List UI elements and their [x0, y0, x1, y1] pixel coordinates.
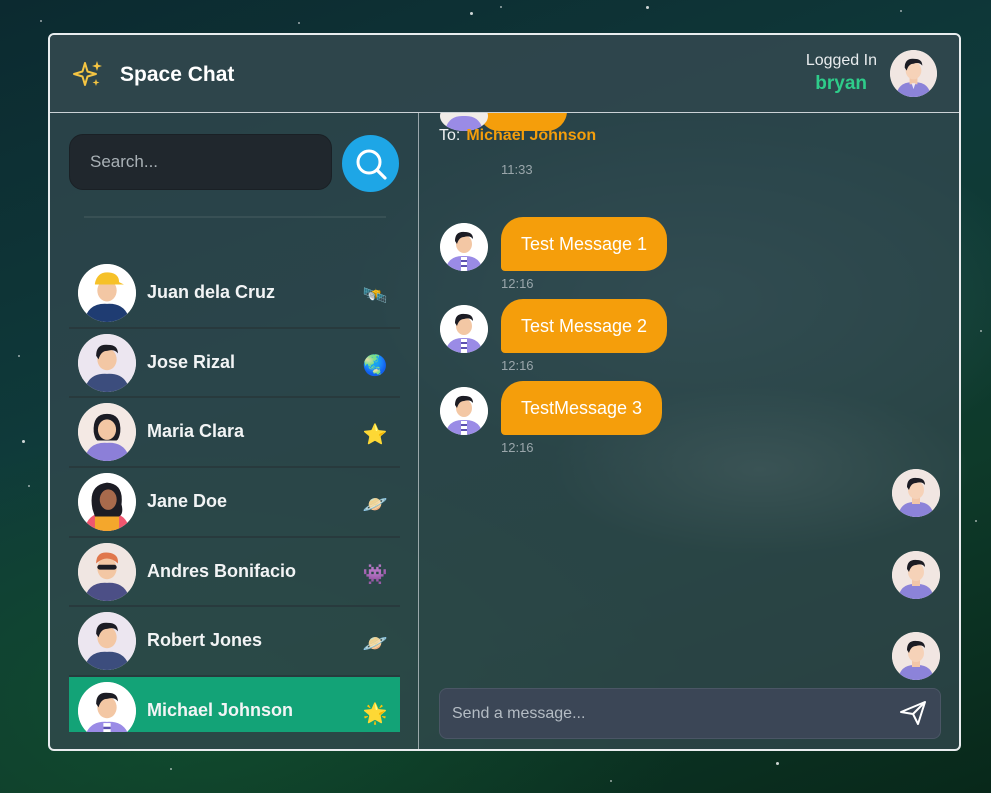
avatar — [892, 551, 940, 599]
contact-name: Robert Jones — [147, 630, 263, 651]
sparkles-icon — [73, 61, 102, 86]
contact-name: Michael Johnson — [147, 700, 294, 721]
message-input[interactable] — [440, 689, 880, 738]
globe-icon: 🌏 — [362, 352, 388, 377]
app-header: Space Chat Logged In bryan — [50, 35, 959, 113]
star-icon: ⭐ — [362, 422, 388, 447]
to-label: To: — [439, 127, 461, 144]
logged-in-label: Logged In — [805, 52, 877, 69]
current-user-avatar[interactable] — [890, 50, 937, 97]
planet-icon: 🪐 — [362, 631, 388, 656]
avatar — [440, 223, 488, 271]
recipient-name: Michael Johnson — [466, 127, 597, 144]
contact-item-active[interactable]: Michael Johnson 🌟 — [69, 677, 400, 732]
avatar — [78, 333, 136, 392]
contact-name: Maria Clara — [147, 421, 245, 442]
message-bubble[interactable]: TestMessage 3 — [501, 381, 663, 435]
satellite-icon: 🛰️ — [362, 283, 388, 307]
avatar — [78, 682, 136, 732]
send-icon — [900, 701, 926, 725]
avatar — [892, 632, 940, 680]
avatar — [440, 305, 488, 353]
contact-name: Andres Bonifacio — [147, 560, 297, 581]
chat-pane: 11:33 To: Michael Johnson Test Message 1 1… — [419, 113, 959, 749]
sidebar-divider — [84, 216, 386, 218]
message-time: 12:16 — [501, 276, 534, 291]
contact-item[interactable]: Jose Rizal 🌏 — [69, 329, 400, 399]
message-time: 12:16 — [501, 440, 534, 455]
contact-item[interactable]: Maria Clara ⭐ — [69, 398, 400, 469]
chat-app-window: Space Chat Logged In bryan Search... Jua… — [48, 33, 961, 751]
message-composer — [439, 688, 941, 739]
recipient-line: To: Michael Johnson — [439, 127, 596, 145]
contact-item[interactable]: Robert Jones 🪐 — [69, 607, 400, 678]
avatar — [78, 612, 136, 671]
contact-list: Juan dela Cruz 🛰️ Jose Rizal 🌏 Maria Cla… — [69, 259, 400, 732]
search-icon — [356, 149, 387, 180]
contact-name: Jane Doe — [147, 491, 228, 512]
contact-name: Jose Rizal — [147, 351, 236, 372]
search-input[interactable] — [69, 134, 332, 190]
current-username: bryan — [815, 73, 867, 94]
message-bubble[interactable]: Test Message 1 — [501, 217, 668, 271]
alien-monster-icon: 👾 — [362, 561, 388, 586]
avatar — [78, 473, 136, 532]
contacts-sidebar: Juan dela Cruz 🛰️ Jose Rizal 🌏 — [50, 113, 419, 749]
avatar — [892, 469, 940, 517]
contact-item[interactable]: Andres Bonifacio 👾 — [69, 538, 400, 608]
glowing-star-icon: 🌟 — [362, 701, 388, 726]
avatar — [440, 387, 488, 435]
search-button[interactable] — [342, 135, 399, 192]
planet-icon: 🪐 — [362, 492, 388, 517]
contact-item[interactable]: Juan dela Cruz 🛰️ — [69, 259, 400, 329]
avatar — [78, 403, 136, 462]
send-button[interactable] — [898, 700, 928, 728]
app-title: Space Chat — [120, 63, 235, 86]
avatar — [78, 264, 136, 322]
message-bubble[interactable]: Test Message 2 — [501, 299, 668, 353]
avatar — [78, 542, 136, 601]
message-time: 12:16 — [501, 358, 534, 373]
contact-name: Juan dela Cruz — [147, 282, 276, 302]
contact-item[interactable]: Jane Doe 🪐 — [69, 468, 400, 538]
message-time: 11:33 — [501, 162, 533, 177]
